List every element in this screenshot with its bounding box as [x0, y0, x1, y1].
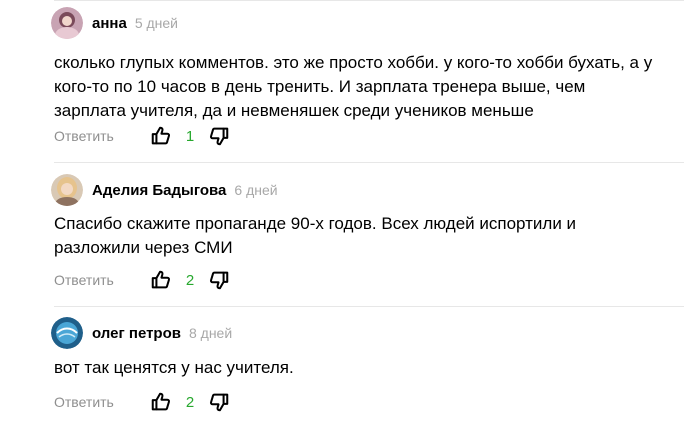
thumbs-up-icon[interactable]	[150, 391, 172, 413]
thumbs-down-icon[interactable]	[208, 125, 230, 147]
thumbs-up-icon[interactable]	[150, 269, 172, 291]
divider	[54, 0, 684, 1]
avatar[interactable]	[51, 7, 83, 39]
divider	[54, 306, 684, 307]
comment-actions: Ответить 1	[54, 123, 230, 149]
comment-date: 5 дней	[134, 15, 178, 31]
comment-header: олег петров 8 дней	[51, 316, 232, 350]
comment-text: Спасибо скажите пропаганде 90-х годов. В…	[54, 214, 577, 257]
thumbs-down-icon[interactable]	[208, 391, 230, 413]
like-count: 2	[185, 271, 195, 289]
like-count: 1	[185, 127, 195, 145]
divider	[54, 162, 684, 163]
comment-text: вот так ценятся у нас учителя.	[54, 358, 294, 377]
avatar[interactable]	[51, 317, 83, 349]
author-name[interactable]: анна	[92, 15, 127, 32]
comment-date: 6 дней	[234, 182, 278, 198]
reply-button[interactable]: Ответить	[54, 394, 150, 410]
reply-button[interactable]: Ответить	[54, 128, 150, 144]
thumbs-down-icon[interactable]	[208, 269, 230, 291]
like-count: 2	[185, 393, 195, 411]
comment-header: Аделия Бадыгова 6 дней	[51, 173, 278, 207]
reply-button[interactable]: Ответить	[54, 272, 150, 288]
avatar[interactable]	[51, 174, 83, 206]
thumbs-up-icon[interactable]	[150, 125, 172, 147]
author-name[interactable]: Аделия Бадыгова	[92, 182, 226, 199]
comment-date: 8 дней	[188, 325, 233, 341]
comment-header: анна 5 дней	[51, 6, 178, 40]
comment-text: сколько глупых комментов. это же просто …	[54, 53, 653, 120]
comment-actions: Ответить 2	[54, 267, 230, 293]
author-name[interactable]: олег петров	[92, 325, 181, 342]
comment-actions: Ответить 2	[54, 389, 230, 415]
